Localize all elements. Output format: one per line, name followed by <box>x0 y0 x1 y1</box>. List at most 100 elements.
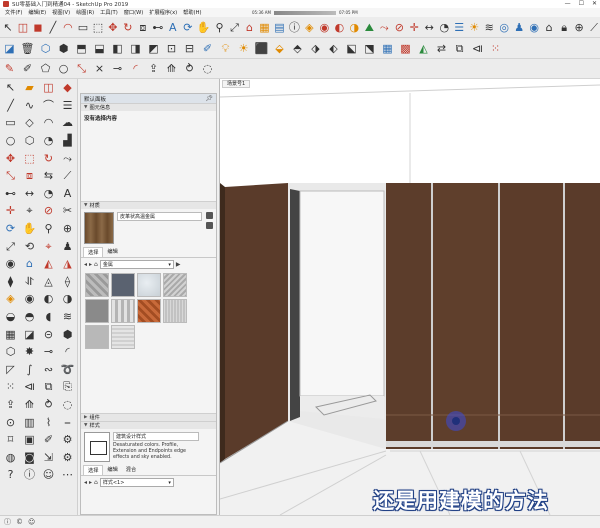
lock-icon[interactable]: 🔒︎ <box>558 20 570 35</box>
paint-bucket-icon[interactable] <box>206 222 213 229</box>
user-tool-icon[interactable]: ☺ <box>39 466 58 484</box>
zoom-window-tool-icon[interactable]: ⊕ <box>58 220 77 238</box>
home-icon[interactable]: ⌂ <box>94 261 98 268</box>
drape-tool-icon[interactable]: ⥯ <box>20 273 39 291</box>
unlock-icon[interactable]: ⊕ <box>573 20 585 35</box>
tab-edit[interactable]: 编辑 <box>103 247 121 257</box>
hide-tool-icon[interactable]: ◪ <box>20 325 39 343</box>
camera-icon[interactable]: ◎ <box>498 20 510 35</box>
protractor-icon[interactable]: ◔ <box>438 20 450 35</box>
flip-icon[interactable]: ⇄ <box>434 41 449 56</box>
plugin-tool-icon[interactable]: ⚙ <box>58 431 77 449</box>
polygon-icon[interactable]: ⬠ <box>38 61 53 76</box>
extrude-icon[interactable]: ⇪ <box>146 61 161 76</box>
material-library-select[interactable]: 金属 <box>99 260 174 269</box>
material-swatch[interactable] <box>111 299 135 323</box>
sandbox-smoove-icon[interactable]: ◮ <box>58 255 77 273</box>
pan-icon[interactable]: ✋ <box>197 20 211 35</box>
zoom-icon[interactable]: ⚲ <box>214 20 226 35</box>
solid-union-icon[interactable]: ◈ <box>303 20 315 35</box>
intersect-tool-icon[interactable]: ◑ <box>58 290 77 308</box>
look-icon[interactable]: ◉ <box>528 20 540 35</box>
fog-icon[interactable]: ≋ <box>483 20 495 35</box>
protractor-tool-icon[interactable]: ◔ <box>39 185 58 203</box>
solid-subtract-icon[interactable]: ◉ <box>318 20 330 35</box>
subtract-tool-icon[interactable]: ◉ <box>20 290 39 308</box>
section-icon[interactable]: ⊘ <box>393 20 405 35</box>
styles-header[interactable]: ▼ 样式 <box>81 421 216 429</box>
sun-icon[interactable]: ☀ <box>236 41 251 56</box>
hole-tool-icon[interactable]: ⊙ <box>1 413 20 431</box>
settings-tool-icon[interactable]: ⚙ <box>58 448 77 466</box>
scene-tab[interactable]: 场景号1 <box>222 80 251 88</box>
tilt-tool-icon[interactable]: ⟋ <box>58 167 77 185</box>
tab-select[interactable]: 选择 <box>83 465 104 475</box>
pie-tool-icon[interactable]: ◔ <box>39 132 58 150</box>
model-viewport[interactable] <box>219 79 600 515</box>
render-tool-icon[interactable]: ◍ <box>1 448 20 466</box>
draw-line-icon[interactable]: ✎ <box>2 61 17 76</box>
forward-arrow-icon[interactable]: ▸ <box>89 479 92 486</box>
solid-split-icon[interactable]: ◑ <box>348 20 360 35</box>
freehand-tool-icon[interactable]: ∿ <box>20 97 39 115</box>
edge-tool-icon[interactable]: ⎯ <box>58 413 77 431</box>
material-swatch[interactable] <box>111 325 135 349</box>
hide-icon[interactable]: ◪ <box>2 41 17 56</box>
chart-tool-icon[interactable]: ▟ <box>58 132 77 150</box>
brick-icon[interactable]: ▩ <box>398 41 413 56</box>
paste-tool-icon[interactable]: ⎘ <box>58 378 77 396</box>
shell-tool-icon[interactable]: ◌ <box>58 396 77 414</box>
layers-tool-icon[interactable]: ☰ <box>58 97 77 115</box>
dimension-tool-icon[interactable]: ↔ <box>20 185 39 203</box>
weld-icon[interactable]: ⊸ <box>110 61 125 76</box>
paint-tool-icon[interactable]: ▰ <box>20 79 39 97</box>
top-view-icon[interactable]: ⬘ <box>290 41 305 56</box>
material-swatch[interactable] <box>85 273 109 297</box>
hidden-line-icon[interactable]: ⬓ <box>92 41 107 56</box>
rotated-rect-tool-icon[interactable]: ◇ <box>20 114 39 132</box>
iso-icon[interactable]: ⬙ <box>272 41 287 56</box>
walk-icon[interactable]: ♟ <box>513 20 525 35</box>
time-track[interactable] <box>274 10 336 15</box>
material-swatch[interactable] <box>163 299 187 323</box>
style-thumbnail[interactable] <box>84 432 110 462</box>
follow-icon[interactable]: ⤳ <box>378 20 390 35</box>
shell-icon[interactable]: ◌ <box>200 61 215 76</box>
axes-icon[interactable]: ✛ <box>408 20 420 35</box>
menu-tools[interactable]: 工具(T) <box>97 9 121 16</box>
chamfer-tool-icon[interactable]: ◸ <box>1 361 20 379</box>
union-tool-icon[interactable]: ◈ <box>1 290 20 308</box>
mirror-icon[interactable]: ⧉ <box>452 41 467 56</box>
sketchup-logo-icon[interactable]: ◆ <box>58 79 77 97</box>
extrude-tool-icon[interactable]: ⇪ <box>1 396 20 414</box>
user-icon[interactable]: ☺ <box>28 518 35 526</box>
cube-icon[interactable]: ⬛ <box>254 41 269 56</box>
right-view-icon[interactable]: ⬖ <box>326 41 341 56</box>
components-header[interactable]: ▶ 组件 <box>81 413 216 421</box>
align-tool-icon[interactable]: ⧏ <box>20 378 39 396</box>
knife-icon[interactable]: ⟋ <box>588 20 600 35</box>
menu-help[interactable]: 帮助(H) <box>180 9 204 16</box>
curve-tool-icon[interactable]: ⌒ <box>39 97 58 115</box>
warehouse-icon[interactable]: ⌂ <box>243 20 255 35</box>
move-tool-icon[interactable]: ✥ <box>1 149 20 167</box>
menu-edit[interactable]: 编辑(E) <box>25 9 49 16</box>
credits-icon[interactable]: © <box>16 518 23 526</box>
fog-tool-icon[interactable]: ≋ <box>58 308 77 326</box>
minimize-button[interactable]: — <box>565 0 571 7</box>
rotate-tool-icon[interactable]: ↻ <box>39 149 58 167</box>
material-preview-swatch[interactable] <box>84 212 114 244</box>
select-tool-icon[interactable]: ↖ <box>1 79 20 97</box>
tape-icon[interactable]: ⊷ <box>152 20 164 35</box>
shaded-icon[interactable]: ◧ <box>110 41 125 56</box>
zoom-extents-tool-icon[interactable]: ⤢ <box>1 237 20 255</box>
label-tool-icon[interactable]: ⌖ <box>20 202 39 220</box>
photo-tool-icon[interactable]: ◙ <box>20 448 39 466</box>
rotate-icon[interactable]: ↻ <box>122 20 134 35</box>
warehouse-tool-icon[interactable]: ⌂ <box>20 255 39 273</box>
text-tool-icon[interactable]: A <box>58 185 77 203</box>
cut-tool-icon[interactable]: ✂ <box>58 202 77 220</box>
scene-tool-icon[interactable]: ▣ <box>20 431 39 449</box>
cloud-tool-icon[interactable]: ☁ <box>58 114 77 132</box>
rectangle-tool-icon[interactable]: ▭ <box>1 114 20 132</box>
